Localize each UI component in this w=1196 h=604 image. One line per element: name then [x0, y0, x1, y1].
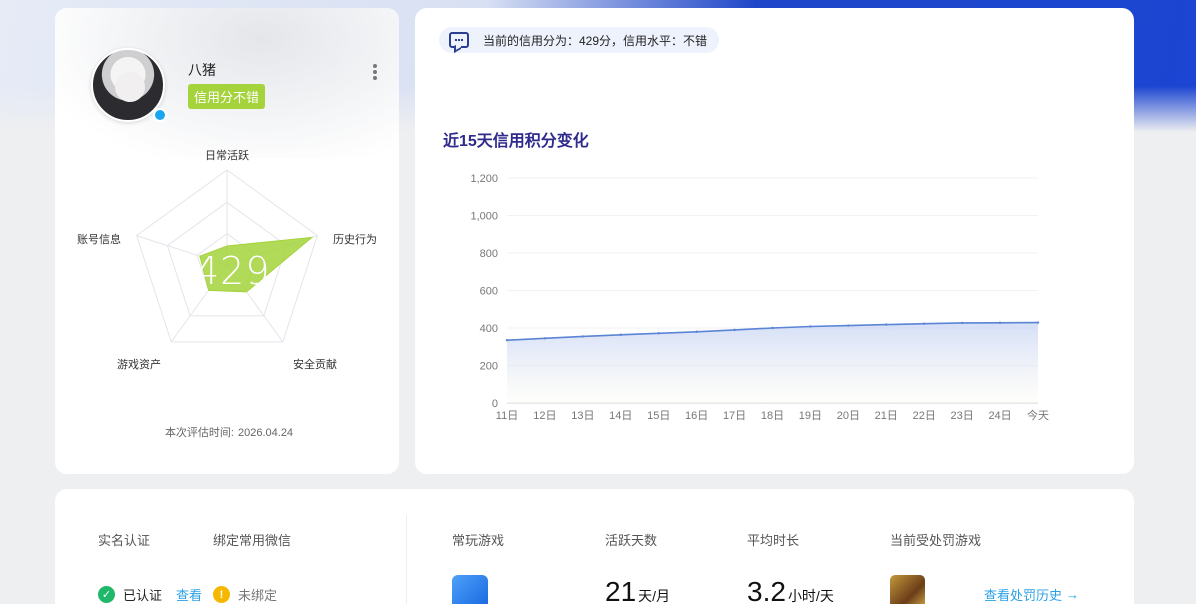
x-tick-label: 15日 [647, 410, 670, 422]
active-days-label: 活跃天数 [605, 533, 658, 548]
x-tick-label: 16日 [685, 410, 708, 422]
data-point [885, 323, 888, 326]
data-point [847, 324, 850, 327]
x-tick-label: 18日 [761, 410, 784, 422]
x-tick-label: 20日 [837, 410, 860, 422]
frequent-game-label: 常玩游戏 [452, 533, 505, 548]
y-tick-label: 1,000 [470, 211, 498, 223]
evaluation-time: 本次评估时间: 2026.04.24 [55, 424, 399, 440]
check-icon: ✓ [98, 586, 115, 603]
data-point [695, 330, 698, 333]
x-tick-label: 13日 [571, 410, 594, 422]
punish-history-link[interactable]: 查看处罚历史 → [984, 585, 1079, 604]
punish-history-text: 查看处罚历史 [984, 588, 1063, 603]
data-point [619, 333, 622, 336]
data-point [505, 338, 509, 342]
realname-status: ✓ 已认证 查看 [98, 585, 202, 604]
avg-time-value: 3.2 [747, 576, 786, 604]
data-point [771, 326, 774, 330]
arrow-right-icon: → [1066, 587, 1080, 602]
avg-time: 3.2 小时/天 [747, 576, 834, 604]
x-tick-label: 12日 [533, 410, 556, 422]
punished-game-label: 当前受处罚游戏 [890, 533, 982, 548]
y-tick-label: 1,200 [470, 173, 498, 185]
account-stats-card: 实名认证 绑定常用微信 ✓ 已认证 查看 ! 未绑定 常玩游戏 活跃天数 21 天… [55, 489, 1134, 604]
data-point [923, 322, 926, 325]
data-point [960, 321, 964, 325]
evaluation-time-value: 2026.04.24 [238, 427, 294, 439]
frequent-game-icon[interactable] [452, 575, 488, 604]
x-tick-label: 21日 [875, 410, 898, 422]
active-days-value: 21 [605, 576, 637, 604]
profile-card: 八猪 信用分不错 日常活跃 历史行为 安全贡献 游戏资产 账号信息 429 本次… [55, 8, 399, 474]
x-tick-label: 14日 [609, 410, 632, 422]
radar-label-daily-activity: 日常活跃 [205, 150, 249, 162]
data-point [657, 332, 660, 335]
wechat-status-text: 未绑定 [238, 588, 278, 603]
stats-divider [406, 515, 407, 604]
series-area [507, 322, 1038, 403]
active-days-unit: 天/月 [638, 588, 671, 604]
realname-label: 实名认证 [98, 533, 151, 548]
credit-trend-card: 当前的信用分为：429分，信用水平：不错 近15天信用积分变化 0 200 400 6… [415, 8, 1134, 474]
x-tick-label: 11日 [496, 410, 518, 422]
avg-time-unit: 小时/天 [787, 588, 834, 604]
y-tick-label: 800 [480, 248, 498, 260]
data-point [1036, 321, 1040, 324]
x-tick-label: 24日 [988, 410, 1011, 422]
data-point [809, 325, 812, 328]
wechat-status: ! 未绑定 [213, 585, 277, 604]
x-tick-label: 23日 [951, 410, 974, 422]
qq-badge-icon [153, 108, 167, 122]
evaluation-time-label: 本次评估时间: [164, 427, 234, 439]
x-tick-label: 17日 [723, 410, 746, 422]
x-tick-label: 19日 [799, 410, 822, 422]
realname-view-link[interactable]: 查看 [176, 585, 202, 604]
radar-label-history: 历史行为 [333, 234, 377, 246]
data-point [733, 328, 736, 332]
data-point [543, 337, 547, 340]
data-point [998, 321, 1002, 324]
more-menu-icon[interactable] [371, 64, 379, 84]
warning-icon: ! [213, 586, 230, 603]
wechat-label: 绑定常用微信 [213, 533, 292, 548]
credit-level-badge: 信用分不错 [188, 84, 266, 109]
radar-label-account-info: 账号信息 [77, 234, 121, 246]
avg-time-label: 平均时长 [747, 533, 800, 548]
y-tick-label: 0 [492, 398, 498, 410]
y-tick-label: 200 [480, 361, 498, 373]
avatar-face [115, 72, 145, 102]
credit-score-value: 429 [195, 249, 271, 293]
x-tick-label: 22日 [913, 410, 936, 422]
radar-label-game-assets: 游戏资产 [117, 359, 161, 371]
punished-game-icon[interactable] [890, 575, 925, 604]
active-days: 21 天/月 [605, 576, 670, 604]
credit-trend-chart: 0 200 400 600 800 1,000 1,200 11日 12日 13日 14日 15日 16… [470, 173, 1049, 422]
username: 八猪 [188, 62, 216, 78]
radar-label-security: 安全贡献 [293, 359, 337, 371]
realname-status-text: 已认证 [123, 588, 163, 603]
y-tick-label: 600 [480, 286, 498, 298]
x-tick-label: 今天 [1027, 408, 1049, 422]
data-point [581, 335, 585, 338]
y-tick-label: 400 [480, 323, 498, 335]
